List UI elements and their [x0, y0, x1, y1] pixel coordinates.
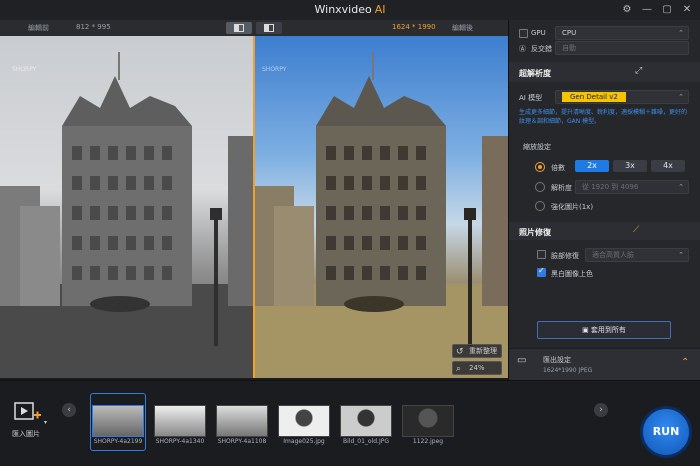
deinterlace-label: 反交錯 — [531, 45, 552, 53]
split-view-icon — [234, 24, 244, 32]
reset-label: 重新整理 — [469, 347, 497, 355]
face-restore-select[interactable]: 適合高質人臉 ⌃ — [585, 248, 689, 262]
app-title-name: Winxvideo — [314, 3, 372, 16]
chevron-down-icon: ⌃ — [678, 29, 684, 37]
expand-up-icon[interactable]: ⌃ — [681, 357, 689, 368]
gpu-checkbox[interactable] — [519, 29, 528, 38]
app-title: Winxvideo AI — [0, 3, 700, 16]
after-image: SHORPY — [254, 36, 508, 378]
scroll-right-button[interactable]: › — [594, 403, 608, 417]
thumbnail[interactable] — [340, 405, 392, 437]
reset-icon: ↺ — [456, 347, 464, 357]
photo-restore-title: 照片修復 — [519, 228, 551, 237]
resolution-value: 從 1920 到 4096 — [582, 183, 639, 191]
close-button[interactable]: ✕ — [680, 3, 694, 17]
zoom-control[interactable]: ⌕ 24% — [452, 361, 502, 375]
scroll-left-button[interactable]: ‹ — [62, 403, 76, 417]
resolution-option-label: 解析度 — [551, 184, 572, 192]
super-res-title: 超解析度 — [519, 69, 551, 78]
import-icon[interactable] — [14, 401, 42, 423]
watermark-after: SHORPY — [262, 66, 287, 73]
before-resolution: 812 * 995 — [76, 23, 111, 31]
watermark-before: SHORPY — [12, 66, 37, 73]
scale-4x-button[interactable]: 4x — [651, 160, 685, 172]
resolution-select[interactable]: 從 1920 到 4096 ⌃ — [575, 180, 689, 194]
gear-icon[interactable]: ⚙ — [620, 3, 634, 17]
ai-model-label: AI 模型 — [519, 94, 543, 102]
resolution-radio[interactable] — [535, 182, 545, 192]
zoom-label: 24% — [469, 364, 485, 372]
thumbnail-label: SHORPY-4a1108 — [217, 438, 267, 445]
ai-model-select[interactable]: Gen Detail v2 ⌃ — [555, 90, 689, 104]
side-by-side-icon — [264, 24, 274, 32]
thumbnail-label: Image025.jpg — [283, 438, 325, 445]
thumbnail[interactable] — [216, 405, 268, 437]
export-details: 1624*1990 JPEG — [543, 367, 593, 374]
model-description: 生成更多細節，提升清晰度、銳利度，適採模糊＋雜噪，更好的紋理＆調和細節，GAN … — [519, 109, 688, 125]
thumbnail[interactable] — [92, 405, 144, 437]
app-title-ai: AI — [374, 3, 386, 16]
import-dropdown-icon[interactable]: ▾ — [44, 419, 47, 426]
after-resolution: 1624 * 1990 — [392, 23, 436, 31]
deinterlace-icon: Ⓐ — [519, 45, 526, 53]
gpu-label: GPU — [531, 29, 546, 37]
scale-radio[interactable] — [535, 162, 545, 172]
apply-all-button[interactable]: ▣ 套用到所有 — [537, 321, 671, 339]
ai-model-value: Gen Detail v2 — [562, 92, 626, 102]
split-view-toggle[interactable] — [226, 22, 252, 34]
image-preview[interactable]: SHORPY SHORPY ↺ 重新整理 ⌕ 24% — [0, 36, 508, 378]
export-title: 匯出設定 — [543, 356, 571, 364]
thumbnail-label: SHORPY-4a2199 — [93, 438, 143, 445]
restore-button[interactable]: ▢ — [660, 3, 674, 17]
thumbnail-label: SHORPY-4a1340 — [155, 438, 205, 445]
scale-option-label: 倍數 — [551, 164, 565, 172]
settings-panel: GPU CPU ⌃ Ⓐ 反交錯 自動 超解析度 ⤢ AI 模型 Gen Detai… — [508, 20, 700, 380]
export-icon: ▭ — [517, 355, 527, 366]
thumbnail[interactable] — [154, 405, 206, 437]
zoom-icon: ⌕ — [456, 364, 462, 374]
chevron-down-icon: ⌃ — [678, 251, 684, 259]
expand-icon[interactable]: ⤢ — [635, 66, 642, 76]
enhance-radio[interactable] — [535, 201, 545, 211]
compare-bar: 編輯前 812 * 995 1624 * 1990 編輯後 — [0, 20, 508, 36]
scale-settings-label: 縮放設定 — [523, 143, 551, 151]
reset-button[interactable]: ↺ 重新整理 — [452, 344, 502, 358]
chevron-down-icon: ⌃ — [678, 93, 684, 101]
magic-wand-icon: ⟋ — [633, 225, 640, 235]
face-restore-value: 適合高質人臉 — [592, 251, 634, 259]
export-settings[interactable]: ▭ 匯出設定 1624*1990 JPEG ⌃ — [509, 348, 700, 380]
side-by-side-toggle[interactable] — [256, 22, 282, 34]
apply-all-label: 套用到所有 — [590, 326, 626, 334]
face-restore-checkbox[interactable] — [537, 250, 546, 259]
thumbnail-strip: 匯入圖片 ▾ ‹ › SHORPY-4a2199 SHORPY-4a1340 S… — [0, 380, 700, 466]
compare-divider-handle[interactable] — [253, 36, 255, 378]
minimize-button[interactable]: — — [640, 3, 654, 17]
scale-3x-button[interactable]: 3x — [613, 160, 647, 172]
run-button[interactable]: RUN — [640, 406, 692, 458]
before-image: SHORPY — [0, 36, 254, 378]
face-restore-label: 臉部修復 — [551, 252, 579, 260]
thumbnail[interactable] — [278, 405, 330, 437]
apply-all-icon: ▣ — [582, 326, 591, 334]
title-bar: Winxvideo AI ⚙ — ▢ ✕ — [0, 0, 700, 20]
colorize-label: 黑白圖像上色 — [551, 270, 593, 278]
deinterlace-value: 自動 — [562, 44, 576, 52]
chevron-down-icon: ⌃ — [678, 183, 684, 191]
before-label: 編輯前 — [28, 24, 49, 32]
after-label: 編輯後 — [452, 24, 473, 32]
scale-2x-button[interactable]: 2x — [575, 160, 609, 172]
thumbnail-label: 1122.jpeg — [412, 438, 444, 445]
import-label: 匯入圖片 — [12, 430, 40, 438]
deinterlace-select[interactable]: 自動 — [555, 41, 689, 55]
thumbnail-label: Bild_01_old.JPG — [343, 438, 389, 445]
device-select[interactable]: CPU ⌃ — [555, 26, 689, 40]
device-value: CPU — [562, 29, 577, 37]
colorize-checkbox[interactable] — [537, 266, 546, 277]
thumbnail[interactable] — [402, 405, 454, 437]
enhance-option-label: 強化圖片(1x) — [551, 203, 594, 211]
